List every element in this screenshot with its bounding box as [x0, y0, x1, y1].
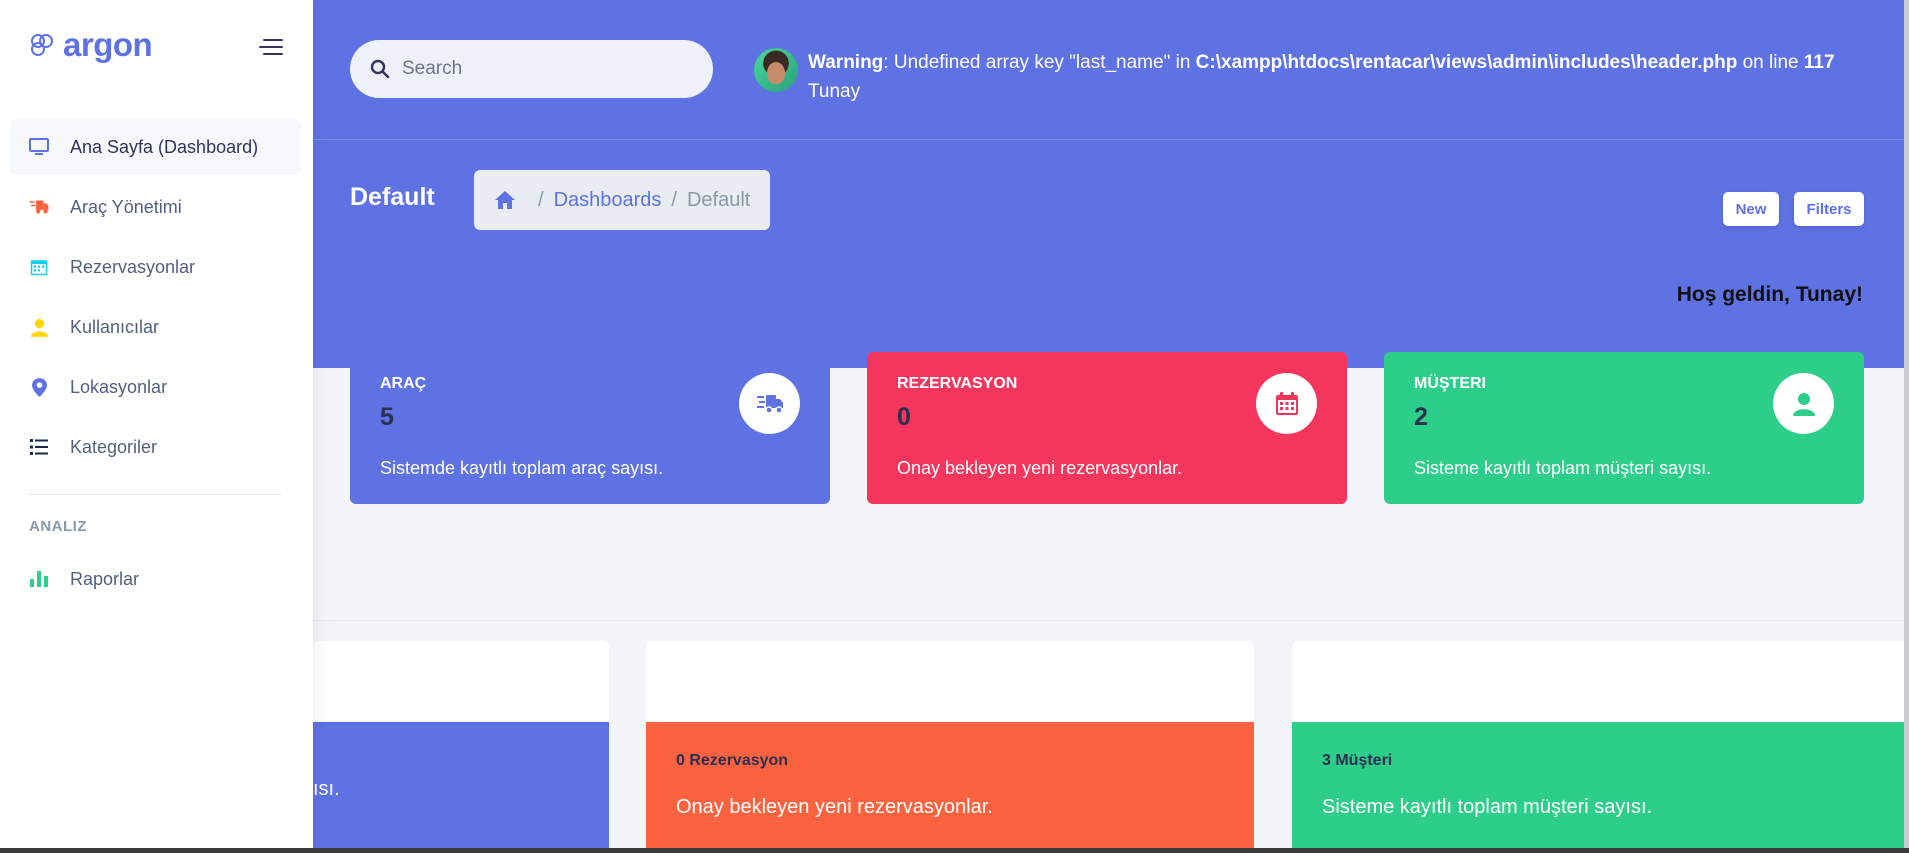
breadcrumb-separator: / — [671, 188, 677, 211]
breadcrumb-default: Default — [686, 188, 751, 211]
section-divider — [313, 620, 1909, 621]
welcome-message: Hoş geldin, Tunay! — [1676, 283, 1863, 306]
warning-path: C:\xampp\htdocs\rentacar\views\admin\inc… — [1195, 52, 1738, 73]
monitor-icon — [29, 137, 49, 157]
avatar[interactable] — [754, 48, 798, 92]
summary-card-reservations: 0 Rezervasyon Onay bekleyen yeni rezerva… — [646, 641, 1254, 853]
sidebar-nav: Ana Sayfa (Dashboard) Araç Yönetimi Reze… — [10, 119, 301, 479]
warning-line: 117 — [1803, 52, 1835, 73]
breadcrumb: / Dashboards / Default — [474, 170, 771, 230]
summary-card-vehicles: ısı. — [313, 641, 609, 853]
sidebar-item-label: Araç Yönetimi — [70, 196, 182, 217]
php-warning-text: Warning: Undefined array key "last_name"… — [808, 48, 1835, 106]
brand-name: argon — [63, 26, 153, 63]
location-pin-icon — [29, 377, 49, 397]
warning-prefix: Warning — [808, 52, 884, 73]
warning-text: : Undefined array key "last_name" in — [883, 52, 1196, 73]
search-box[interactable] — [350, 40, 713, 98]
top-navbar: Warning: Undefined array key "last_name"… — [313, 0, 1909, 140]
stat-description: Onay bekleyen yeni rezervasyonlar. — [897, 458, 1183, 478]
stat-label: MÜŞTERI — [1414, 375, 1486, 392]
user-icon — [29, 317, 49, 337]
sidebar-toggle-icon[interactable] — [259, 39, 283, 57]
stat-value: 2 — [1414, 403, 1428, 431]
stat-description: Sistemde kayıtlı toplam araç sayısı. — [380, 458, 664, 478]
calendar-icon — [1275, 391, 1298, 415]
home-icon[interactable] — [494, 190, 516, 210]
summary-band: 0 Rezervasyon Onay bekleyen yeni rezerva… — [646, 722, 1254, 853]
breadcrumb-separator: / — [538, 188, 544, 211]
summary-count: 0 Rezervasyon — [676, 752, 789, 769]
window-bottom-edge — [0, 848, 1909, 853]
sidebar: argon Ana Sayfa (Dashboard) Araç Yönetim… — [0, 0, 313, 853]
summary-description: Onay bekleyen yeni rezervasyonlar. — [676, 796, 993, 818]
search-icon — [370, 59, 390, 79]
user-icon — [1792, 392, 1815, 416]
sidebar-item-dashboard[interactable]: Ana Sayfa (Dashboard) — [10, 119, 301, 175]
summary-count: 3 Müşteri — [1322, 752, 1393, 769]
sidebar-item-locations[interactable]: Lokasyonlar — [10, 359, 301, 415]
sidebar-divider — [29, 494, 282, 495]
stat-card-reservations: REZERVASYON 0 Onay bekleyen yeni rezerva… — [867, 352, 1347, 504]
user-menu[interactable]: Warning: Undefined array key "last_name"… — [754, 48, 1835, 106]
sidebar-nav-analysis: Raporlar — [10, 551, 301, 611]
summary-description: ısı. — [313, 778, 340, 800]
list-icon — [29, 437, 49, 457]
sidebar-item-label: Raporlar — [70, 568, 140, 589]
summary-card-customers: 3 Müşteri Sisteme kayıtlı toplam müşteri… — [1292, 641, 1909, 853]
sidebar-item-reservations[interactable]: Rezervasyonlar — [10, 239, 301, 295]
stat-label: ARAÇ — [380, 375, 427, 392]
argon-logo-icon — [31, 34, 53, 56]
filters-button[interactable]: Filters — [1794, 192, 1864, 226]
stat-icon-circle — [739, 373, 800, 434]
stat-card-vehicles: ARAÇ 5 Sistemde kayıtlı toplam araç sayı… — [350, 352, 830, 504]
truck-icon — [29, 197, 49, 217]
bar-chart-icon — [29, 569, 49, 589]
sidebar-item-label: Kategoriler — [70, 436, 158, 457]
stat-description: Sisteme kayıtlı toplam müşteri sayısı. — [1414, 458, 1712, 478]
stat-value: 5 — [380, 403, 394, 431]
new-button[interactable]: New — [1723, 192, 1779, 226]
page-title: Default — [350, 183, 435, 211]
stat-icon-circle — [1256, 373, 1317, 434]
summary-description: Sisteme kayıtlı toplam müşteri sayısı. — [1322, 796, 1653, 818]
summary-band: ısı. — [313, 722, 609, 853]
breadcrumb-dashboards[interactable]: Dashboards — [554, 189, 662, 212]
stat-label: REZERVASYON — [897, 375, 1018, 392]
stat-icon-circle — [1773, 373, 1834, 434]
search-input[interactable] — [402, 58, 682, 80]
sidebar-item-label: Ana Sayfa (Dashboard) — [70, 136, 259, 157]
stat-value: 0 — [897, 403, 911, 431]
stat-card-customers: MÜŞTERI 2 Sisteme kayıtlı toplam müşteri… — [1384, 352, 1864, 504]
user-name: Tunay — [808, 81, 861, 102]
sidebar-item-users[interactable]: Kullanıcılar — [10, 299, 301, 355]
calendar-icon — [29, 257, 49, 277]
sidebar-item-categories[interactable]: Kategoriler — [10, 419, 301, 475]
sidebar-item-label: Kullanıcılar — [70, 316, 160, 337]
brand-logo[interactable]: argon — [29, 26, 153, 64]
sidebar-item-reports[interactable]: Raporlar — [10, 551, 301, 607]
warning-on-line: on line — [1737, 52, 1804, 73]
truck-icon — [756, 394, 783, 414]
scrollbar[interactable] — [1904, 0, 1909, 853]
page-header: Default / Dashboards / Default New Filte… — [313, 168, 1909, 238]
sidebar-item-label: Rezervasyonlar — [70, 256, 196, 277]
summary-band: 3 Müşteri Sisteme kayıtlı toplam müşteri… — [1292, 722, 1909, 853]
sidebar-section-heading: ANALIZ — [29, 518, 87, 535]
sidebar-item-label: Lokasyonlar — [70, 376, 168, 397]
sidebar-item-vehicles[interactable]: Araç Yönetimi — [10, 179, 301, 235]
